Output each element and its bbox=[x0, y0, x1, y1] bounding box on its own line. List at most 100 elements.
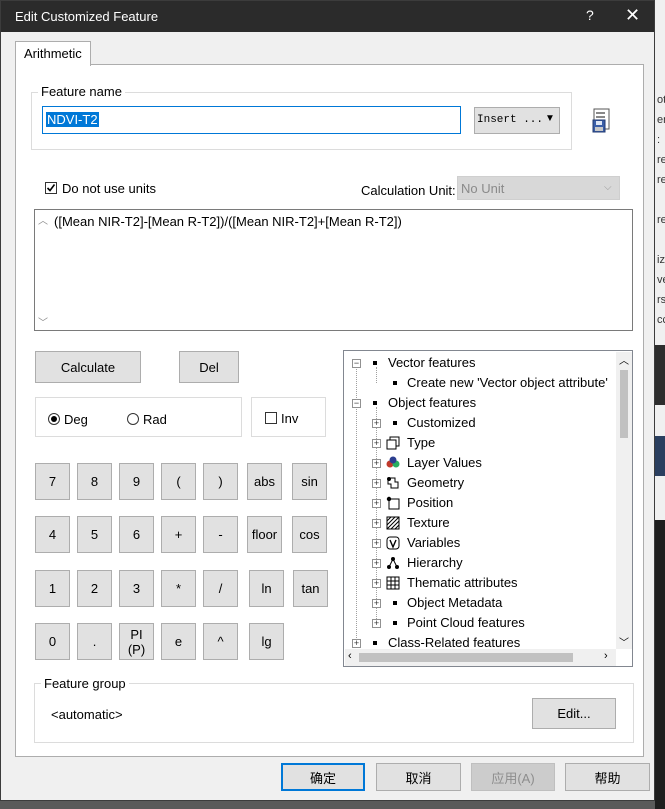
tree-item-thematic-attributes[interactable]: + Thematic attributes bbox=[344, 573, 616, 593]
expand-icon[interactable]: + bbox=[372, 499, 381, 508]
tree-item-label: Texture bbox=[407, 515, 450, 530]
expand-icon[interactable]: + bbox=[372, 479, 381, 488]
key-4[interactable]: 4 bbox=[35, 516, 70, 553]
apply-button[interactable]: 应用(A) bbox=[471, 763, 555, 791]
tree-item-vector-features[interactable]: − Vector features bbox=[344, 353, 616, 373]
tree-item-label: Create new 'Vector object attribute' bbox=[407, 375, 608, 390]
expand-icon[interactable]: + bbox=[372, 459, 381, 468]
key-tan[interactable]: tan bbox=[293, 570, 328, 607]
tree-item-label: Object Metadata bbox=[407, 595, 503, 610]
tree-item-label: Geometry bbox=[407, 475, 465, 490]
key-3[interactable]: 3 bbox=[119, 570, 154, 607]
tree-horizontal-scrollbar[interactable]: ‹ › bbox=[345, 649, 616, 666]
key-5[interactable]: 5 bbox=[77, 516, 112, 553]
tree-vertical-scrollbar[interactable]: ︿ ﹀ bbox=[616, 352, 632, 649]
texture-icon bbox=[386, 516, 400, 530]
scroll-thumb[interactable] bbox=[620, 370, 628, 438]
expand-icon[interactable]: + bbox=[372, 579, 381, 588]
scroll-up-icon[interactable]: ︿ bbox=[38, 212, 48, 227]
expand-icon[interactable]: + bbox=[352, 639, 361, 648]
tree-item-object-features[interactable]: − Object features bbox=[344, 393, 616, 413]
geometry-icon bbox=[386, 476, 400, 490]
ok-button[interactable]: 确定 bbox=[281, 763, 365, 791]
scroll-right-icon[interactable]: › bbox=[604, 650, 608, 662]
key-abs[interactable]: abs bbox=[247, 463, 282, 500]
key-2[interactable]: 2 bbox=[77, 570, 112, 607]
scroll-down-icon[interactable]: ﹀ bbox=[619, 634, 629, 649]
close-icon[interactable]: ✕ bbox=[625, 5, 640, 26]
scroll-left-icon[interactable]: ‹ bbox=[348, 650, 352, 662]
key-minus[interactable]: - bbox=[203, 516, 238, 553]
key-ln[interactable]: ln bbox=[249, 570, 284, 607]
key-cos[interactable]: cos bbox=[292, 516, 327, 553]
tree-item-label: Type bbox=[407, 435, 436, 450]
key-sin[interactable]: sin bbox=[292, 463, 327, 500]
collapse-icon[interactable]: − bbox=[352, 399, 361, 408]
bullet-icon bbox=[373, 401, 377, 405]
key-dot[interactable]: . bbox=[77, 623, 112, 660]
scroll-up-icon[interactable]: ︿ bbox=[619, 352, 629, 367]
deg-radio[interactable] bbox=[48, 413, 60, 425]
key-lg[interactable]: lg bbox=[249, 623, 284, 660]
tree-item-hierarchy[interactable]: + Hierarchy bbox=[344, 553, 616, 573]
rad-radio[interactable] bbox=[127, 413, 139, 425]
key-8[interactable]: 8 bbox=[77, 463, 112, 500]
tab-arithmetic[interactable]: Arithmetic bbox=[15, 41, 91, 66]
feature-name-input[interactable]: NDVI-T2 bbox=[42, 106, 461, 134]
scroll-down-icon[interactable]: ﹀ bbox=[38, 314, 48, 329]
key-9[interactable]: 9 bbox=[119, 463, 154, 500]
tree-item-layer-values[interactable]: + Layer Values bbox=[344, 453, 616, 473]
tree-item-variables[interactable]: + Variables bbox=[344, 533, 616, 553]
expand-icon[interactable]: + bbox=[372, 519, 381, 528]
key-6[interactable]: 6 bbox=[119, 516, 154, 553]
cancel-button[interactable]: 取消 bbox=[376, 763, 461, 791]
tree-item-create-vector-attribute[interactable]: Create new 'Vector object attribute' bbox=[344, 373, 616, 393]
bg-text: iz bbox=[657, 254, 665, 266]
edit-feature-group-button[interactable]: Edit... bbox=[532, 698, 616, 729]
bg-text: : bbox=[657, 134, 661, 146]
key-plus[interactable]: + bbox=[161, 516, 196, 553]
bg-text: ot bbox=[657, 94, 665, 106]
expand-icon[interactable]: + bbox=[372, 539, 381, 548]
tree-item-customized[interactable]: + Customized bbox=[344, 413, 616, 433]
feature-tree[interactable]: − Vector features Create new 'Vector obj… bbox=[343, 350, 633, 667]
tree-item-type[interactable]: + Type bbox=[344, 433, 616, 453]
inv-checkbox[interactable] bbox=[265, 412, 277, 424]
tree-item-geometry[interactable]: + Geometry bbox=[344, 473, 616, 493]
tree-item-label: Variables bbox=[407, 535, 461, 550]
tree-item-texture[interactable]: + Texture bbox=[344, 513, 616, 533]
expand-icon[interactable]: + bbox=[372, 599, 381, 608]
calculate-button[interactable]: Calculate bbox=[35, 351, 141, 383]
del-button[interactable]: Del bbox=[179, 351, 239, 383]
key-floor[interactable]: floor bbox=[247, 516, 282, 553]
collapse-icon[interactable]: − bbox=[352, 359, 361, 368]
key-multiply[interactable]: * bbox=[161, 570, 196, 607]
key-power[interactable]: ^ bbox=[203, 623, 238, 660]
tree-item-point-cloud-features[interactable]: + Point Cloud features bbox=[344, 613, 616, 633]
key-1[interactable]: 1 bbox=[35, 570, 70, 607]
calculation-unit-label: Calculation Unit: bbox=[361, 183, 456, 198]
scroll-thumb[interactable] bbox=[359, 653, 573, 662]
expand-icon[interactable]: + bbox=[372, 559, 381, 568]
calculation-unit-dropdown[interactable]: No Unit ⌵ bbox=[457, 176, 620, 200]
key-e[interactable]: e bbox=[161, 623, 196, 660]
tree-item-label: Class-Related features bbox=[388, 635, 521, 650]
do-not-use-units-checkbox[interactable] bbox=[45, 182, 57, 194]
expand-icon[interactable]: + bbox=[372, 419, 381, 428]
help-button[interactable]: 帮助 bbox=[565, 763, 650, 791]
key-open-paren[interactable]: ( bbox=[161, 463, 196, 500]
expand-icon[interactable]: + bbox=[372, 439, 381, 448]
layer-values-icon bbox=[386, 456, 400, 470]
tree-item-position[interactable]: + Position bbox=[344, 493, 616, 513]
key-7[interactable]: 7 bbox=[35, 463, 70, 500]
tree-item-object-metadata[interactable]: + Object Metadata bbox=[344, 593, 616, 613]
key-pi[interactable]: PI (P) bbox=[119, 623, 154, 660]
help-icon[interactable]: ? bbox=[586, 7, 594, 23]
key-divide[interactable]: / bbox=[203, 570, 238, 607]
key-close-paren[interactable]: ) bbox=[203, 463, 238, 500]
key-0[interactable]: 0 bbox=[35, 623, 70, 660]
formula-editor[interactable]: ︿ ﹀ ([Mean NIR-T2]-[Mean R-T2])/([Mean N… bbox=[34, 209, 633, 331]
document-save-icon[interactable] bbox=[591, 108, 613, 134]
expand-icon[interactable]: + bbox=[372, 619, 381, 628]
insert-dropdown[interactable]: Insert ... ▼ bbox=[474, 107, 560, 134]
